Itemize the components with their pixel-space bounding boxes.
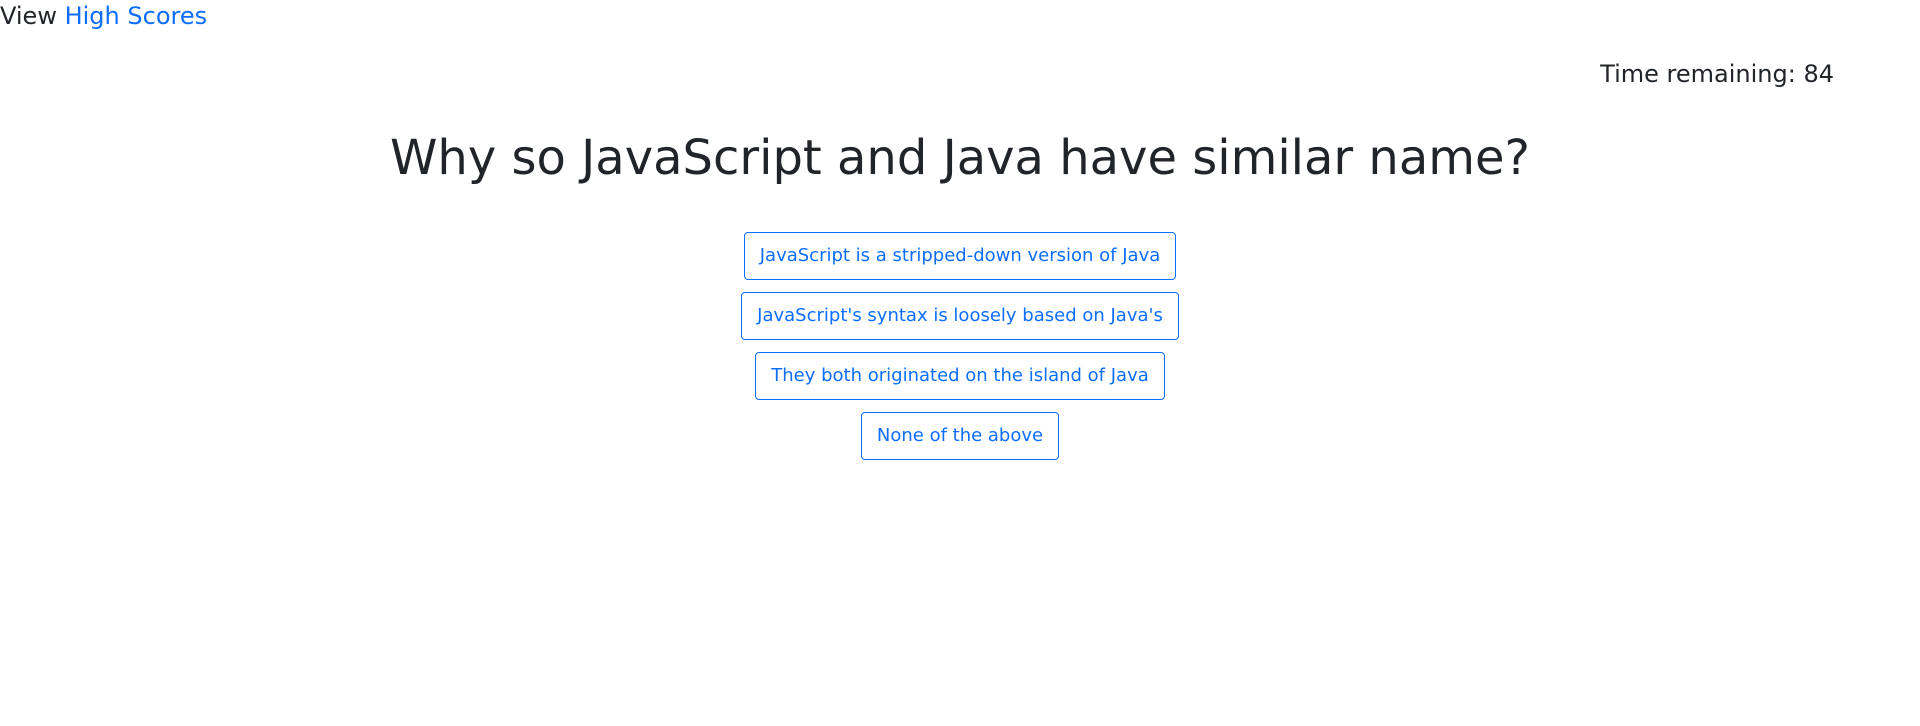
timer-label: Time remaining: [1600,60,1796,88]
top-nav: View High Scores [0,0,207,32]
answer-button-3[interactable]: They both originated on the island of Ja… [755,352,1165,400]
high-scores-link[interactable]: High Scores [65,2,208,30]
answer-button-1[interactable]: JavaScript is a stripped-down version of… [743,232,1177,280]
timer-value: 84 [1803,60,1834,88]
answer-button-4[interactable]: None of the above [860,412,1060,460]
answer-list: JavaScript is a stripped-down version of… [0,232,1920,460]
answer-button-2[interactable]: JavaScript's syntax is loosely based on … [741,292,1179,340]
view-label: View [0,2,57,30]
timer: Time remaining: 84 [1600,58,1834,90]
question-title: Why so JavaScript and Java have similar … [389,130,1531,186]
